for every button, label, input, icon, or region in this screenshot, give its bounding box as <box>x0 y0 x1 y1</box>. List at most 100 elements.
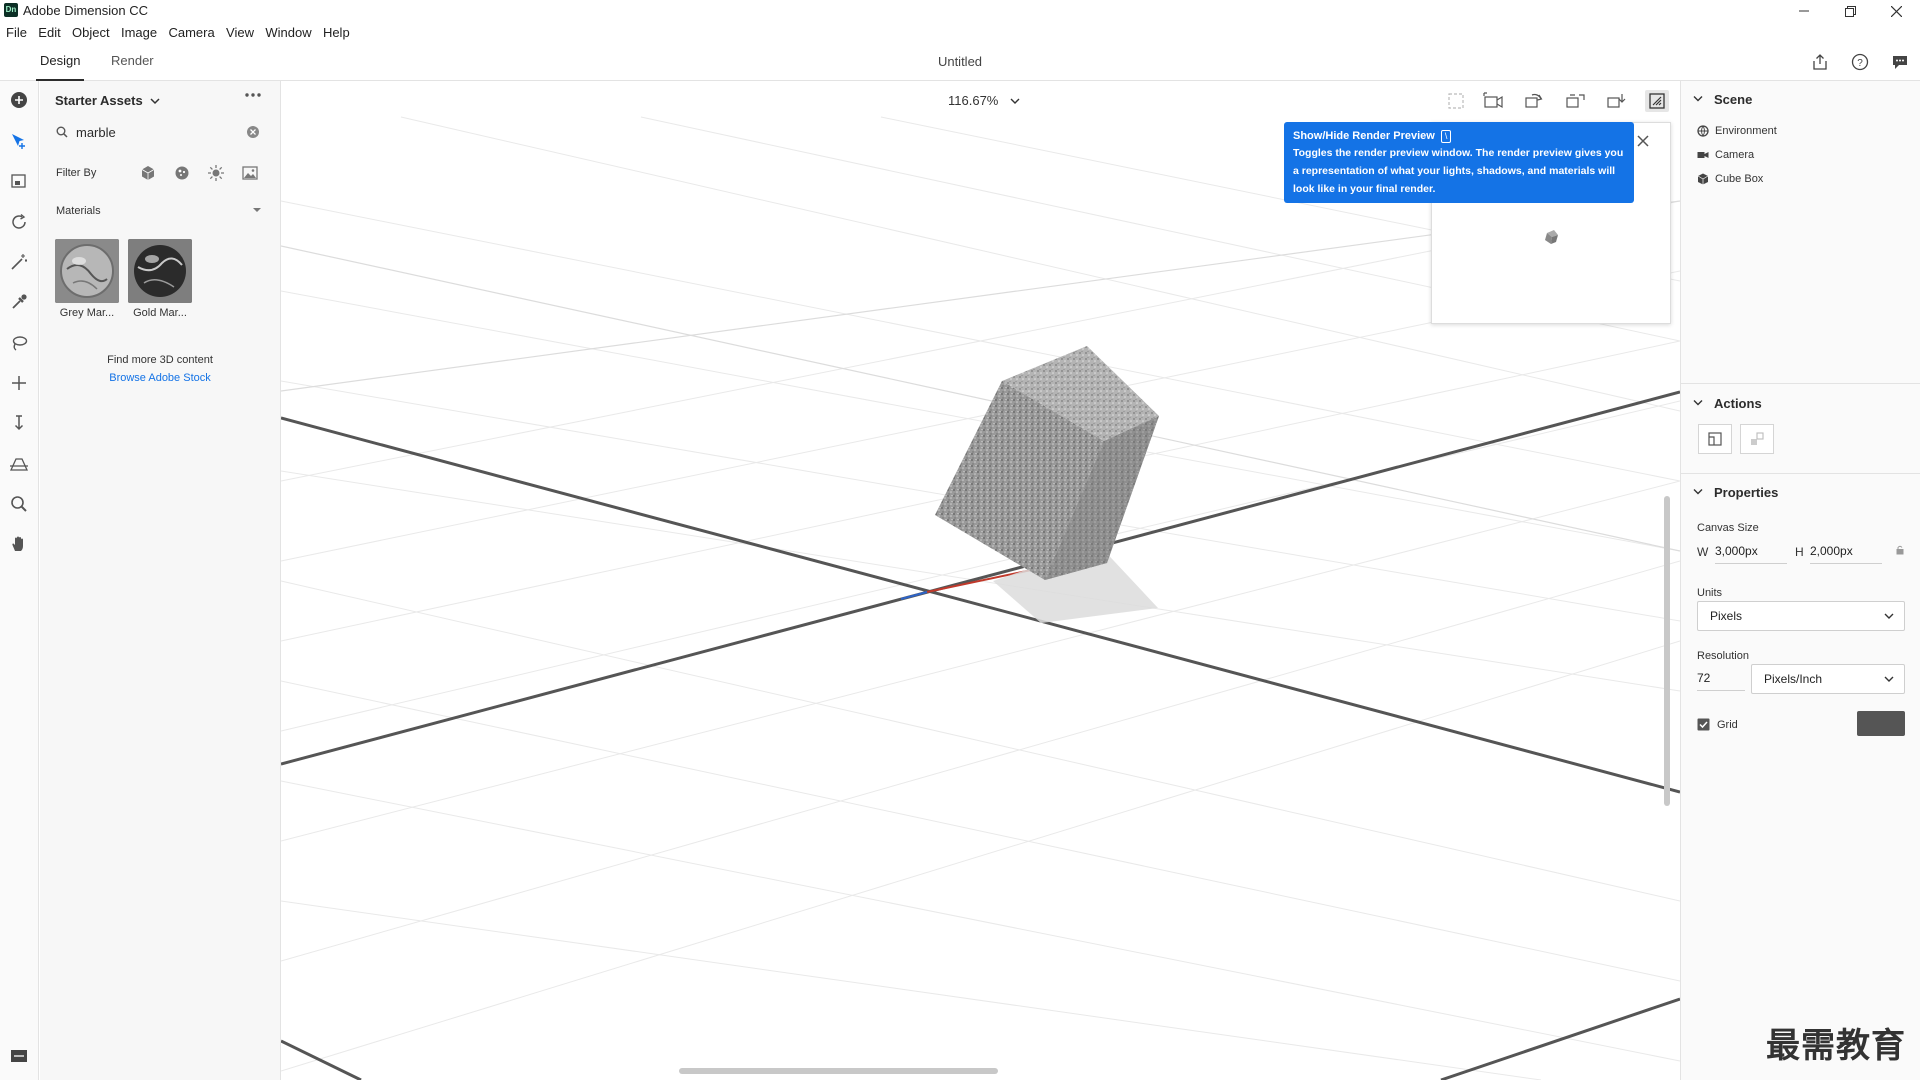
pan-icon[interactable] <box>8 372 30 394</box>
properties-header: Properties <box>1714 485 1779 500</box>
chevron-down-icon <box>1010 98 1020 105</box>
eyedropper-icon[interactable] <box>8 291 30 313</box>
material-card-grey-marble[interactable]: Grey Mar... <box>55 239 119 323</box>
select-icon[interactable] <box>8 130 30 152</box>
height-label: H <box>1795 545 1804 559</box>
hand-icon[interactable] <box>8 533 30 555</box>
workspace-tab-bar: Design Render Untitled ? <box>0 44 1920 81</box>
tooltip-shortcut: \ <box>1440 130 1452 143</box>
resolution-field[interactable]: 72 <box>1697 665 1745 691</box>
right-panel: Scene Environment Camera Cube Box Action… <box>1680 81 1920 1080</box>
close-preview-icon[interactable] <box>1637 135 1649 147</box>
render-preview-toggle-icon[interactable] <box>1645 90 1669 112</box>
share-icon[interactable] <box>1810 52 1830 72</box>
z-axis-marker <box>900 591 928 600</box>
width-label: W <box>1697 545 1709 559</box>
menu-file[interactable]: File <box>6 22 27 44</box>
assets-title: Starter Assets <box>55 93 143 108</box>
horizon-icon[interactable] <box>8 453 30 475</box>
assets-dropdown[interactable]: Starter Assets <box>55 93 160 108</box>
dolly-view-icon[interactable] <box>1604 90 1628 112</box>
frame-selection-icon[interactable] <box>1444 90 1468 112</box>
preview-cube-thumbnail <box>1545 230 1558 244</box>
chevron-down-icon <box>1884 602 1894 630</box>
title-bar: Dn Adobe Dimension CC <box>0 0 1920 22</box>
restore-button[interactable] <box>1827 0 1873 22</box>
dolly-icon[interactable] <box>8 412 30 434</box>
cube-icon <box>1697 173 1709 185</box>
camera-view-icon[interactable] <box>1481 90 1505 112</box>
menu-edit[interactable]: Edit <box>38 22 60 44</box>
units-dropdown[interactable]: Pixels <box>1697 601 1905 631</box>
scene-item-label: Camera <box>1715 149 1755 161</box>
properties-collapse-icon[interactable] <box>1693 488 1703 496</box>
resolution-units-dropdown[interactable]: Pixels/Inch <box>1751 664 1905 694</box>
zoom-dropdown[interactable]: 116.67% <box>948 93 1020 108</box>
close-window-button[interactable] <box>1873 0 1919 22</box>
help-icon[interactable]: ? <box>1850 52 1870 72</box>
canvas-size-label: Canvas Size <box>1697 522 1759 534</box>
menu-image[interactable]: Image <box>121 22 157 44</box>
scene-item-camera[interactable]: Camera <box>1697 149 1754 161</box>
window-title: Adobe Dimension CC <box>23 3 149 18</box>
frame-icon[interactable] <box>8 170 30 192</box>
marble-cube <box>935 346 1159 580</box>
minimize-button[interactable] <box>1781 0 1827 22</box>
scene-header: Scene <box>1714 92 1753 107</box>
actions-collapse-icon[interactable] <box>1693 399 1703 407</box>
scene-item-label: Cube Box <box>1715 173 1764 185</box>
orbit-view-icon[interactable] <box>1522 90 1546 112</box>
fit-canvas-icon[interactable] <box>1698 424 1732 454</box>
browse-adobe-stock-link[interactable]: Browse Adobe Stock <box>40 372 280 384</box>
material-card-gold-marble[interactable]: Gold Mar... <box>128 239 192 323</box>
menu-help[interactable]: Help <box>323 22 350 44</box>
canvas-width-field[interactable]: 3,000px <box>1715 538 1787 564</box>
clear-search-icon[interactable] <box>246 125 260 139</box>
app-logo: Dn <box>4 3 18 17</box>
collapse-materials-icon[interactable] <box>252 206 262 214</box>
resolution-units-value: Pixels/Inch <box>1764 672 1823 686</box>
resolution-label: Resolution <box>1697 650 1749 662</box>
material-name: Gold Mar... <box>133 307 187 319</box>
orbit-icon[interactable] <box>8 211 30 233</box>
models-filter-icon[interactable] <box>138 163 158 183</box>
grid-checkbox[interactable] <box>1697 718 1710 731</box>
lasso-icon[interactable] <box>8 332 30 354</box>
vertical-scrollbar[interactable] <box>1664 496 1670 806</box>
pan-view-icon[interactable] <box>1563 90 1587 112</box>
lock-aspect-icon[interactable] <box>1896 545 1904 555</box>
camera-icon <box>1697 149 1709 161</box>
magic-wand-icon[interactable] <box>8 251 30 273</box>
search-icon <box>56 126 68 138</box>
add-icon[interactable] <box>8 89 30 111</box>
panel-toggle-icon[interactable] <box>8 1045 30 1067</box>
lights-filter-icon[interactable] <box>206 163 226 183</box>
images-filter-icon[interactable] <box>240 163 260 183</box>
materials-filter-icon[interactable] <box>172 163 192 183</box>
menu-view[interactable]: View <box>226 22 254 44</box>
menu-window[interactable]: Window <box>265 22 311 44</box>
grid-color-swatch[interactable] <box>1857 711 1905 736</box>
tooltip-body: Toggles the render preview window. The r… <box>1293 147 1624 195</box>
scene-collapse-icon[interactable] <box>1693 95 1703 103</box>
svg-text:?: ? <box>1857 58 1863 69</box>
units-label: Units <box>1697 587 1723 599</box>
scene-item-cube-box[interactable]: Cube Box <box>1697 173 1763 185</box>
scene-item-label: Environment <box>1715 125 1777 137</box>
find-more-text: Find more 3D content <box>107 354 213 366</box>
gold-marble-thumbnail <box>128 239 192 303</box>
align-icon[interactable] <box>1740 424 1774 454</box>
tool-rail <box>0 81 39 1080</box>
feedback-icon[interactable] <box>1890 52 1910 72</box>
units-value: Pixels <box>1710 609 1743 623</box>
canvas-height-field[interactable]: 2,000px <box>1810 538 1882 564</box>
zoom-icon[interactable] <box>8 493 30 515</box>
search-input[interactable] <box>76 122 236 142</box>
menu-object[interactable]: Object <box>72 22 110 44</box>
menu-camera[interactable]: Camera <box>168 22 214 44</box>
grid-label: Grid <box>1717 719 1738 731</box>
chevron-down-icon <box>1884 665 1894 693</box>
horizontal-scrollbar[interactable] <box>679 1068 998 1074</box>
scene-item-environment[interactable]: Environment <box>1697 125 1777 137</box>
more-options-icon[interactable] <box>244 92 262 98</box>
